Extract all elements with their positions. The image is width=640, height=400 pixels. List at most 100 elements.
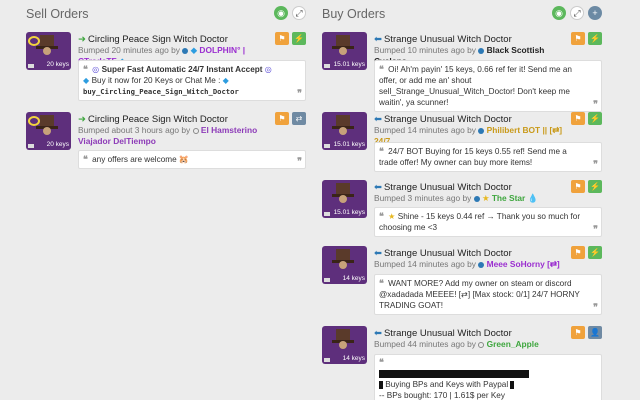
status-dot <box>182 47 189 54</box>
eye-icon[interactable]: ◉ <box>274 6 288 20</box>
listing-item: 20 keys ➜ Circling Peace Sign Witch Docto… <box>18 112 312 172</box>
arrow-left-icon: ⬅ <box>374 328 382 339</box>
quote-end-icon: ❞ <box>593 99 598 109</box>
buy-orders-title: Buy Orders <box>322 7 386 21</box>
listing-message: ❝ Buying BPs and Keys with Paypal -- BPs… <box>374 354 602 400</box>
item-thumbnail[interactable]: 14 keys <box>322 326 367 364</box>
bumped-info: Bumped 44 minutes ago by Green_Apple <box>374 339 539 349</box>
quote-icon: ❝ <box>379 211 384 221</box>
tag-icon <box>28 144 34 148</box>
quote-end-icon: ❞ <box>297 156 302 166</box>
item-thumbnail[interactable]: 15.01 keys <box>322 32 367 70</box>
item-name[interactable]: ➜ Circling Peace Sign Witch Doctor <box>78 34 228 45</box>
user-name[interactable]: Meee SoHorny [⇄] <box>487 259 560 269</box>
item-name[interactable]: ⬅ Strange Unusual Witch Doctor <box>374 182 512 193</box>
arrow-left-icon: ⬅ <box>374 34 382 45</box>
quote-end-icon: ❞ <box>297 88 302 98</box>
quote-icon: ❝ <box>379 64 384 74</box>
star-icon: ★ <box>388 212 396 221</box>
flag-icon[interactable]: ⚑ <box>571 246 585 259</box>
status-dot <box>478 47 485 54</box>
hamster-icon: 🐹 <box>178 155 190 164</box>
swap-icon[interactable]: ⇄ <box>292 112 306 125</box>
witch-doctor-hat-icon <box>332 115 354 135</box>
bumped-info: Bumped about 3 hours ago by El Hamsterin… <box>78 125 258 146</box>
arrow-right-icon: ➜ <box>78 114 86 125</box>
price-keys: 14 keys <box>342 355 365 362</box>
item-thumbnail[interactable]: 15.01 keys <box>322 180 367 218</box>
flag-icon[interactable]: ⚑ <box>571 112 585 125</box>
listing-message: ❝ ◎ Super Fast Automatic 24/7 Instant Ac… <box>78 60 306 101</box>
lightning-icon[interactable]: ⚡ <box>588 32 602 45</box>
item-name[interactable]: ⬅ Strange Unusual Witch Doctor <box>374 328 512 339</box>
listing-message: ❝ ★ Shine - 15 keys 0.44 ref → Thank you… <box>374 207 602 237</box>
eye-icon[interactable]: ◉ <box>552 6 566 20</box>
diamond-icon: ◆ <box>190 45 198 55</box>
lightning-icon[interactable]: ⚡ <box>588 246 602 259</box>
quote-icon: ❝ <box>379 146 384 156</box>
witch-doctor-hat-icon <box>332 249 354 269</box>
flag-icon[interactable]: ⚑ <box>571 180 585 193</box>
lightning-icon[interactable]: ⚡ <box>588 180 602 193</box>
quote-icon: ❝ <box>83 64 88 74</box>
tag-icon <box>324 64 330 68</box>
item-name[interactable]: ➜ Circling Peace Sign Witch Doctor <box>78 114 228 125</box>
spiral-icon: ◎ <box>264 65 272 74</box>
price-keys: 20 keys <box>46 61 69 68</box>
arrow-left-icon: ⬅ <box>374 114 382 125</box>
item-thumbnail[interactable]: 14 keys <box>322 246 367 284</box>
status-dot <box>478 261 485 268</box>
price-keys: 15.01 keys <box>333 141 365 148</box>
add-user-icon[interactable]: 👤 <box>588 326 602 339</box>
status-dot <box>478 341 485 348</box>
witch-doctor-hat-icon <box>332 35 354 55</box>
item-name[interactable]: ⬅ Strange Unusual Witch Doctor <box>374 114 512 125</box>
bumped-info: Bumped 14 minutes ago by Meee SoHorny [⇄… <box>374 259 560 269</box>
bumped-info: Bumped 3 minutes ago by ★ The Star 💧 <box>374 193 539 203</box>
listing-item: 14 keys ⬅ Strange Unusual Witch Doctor ⚑ … <box>314 326 608 400</box>
quote-end-icon: ❞ <box>593 302 598 312</box>
droplet-icon: 💧 <box>527 193 539 203</box>
user-name[interactable]: The Star <box>492 193 526 203</box>
arrow-right-icon: ➜ <box>78 34 86 45</box>
item-name[interactable]: ⬅ Strange Unusual Witch Doctor <box>374 248 512 259</box>
listing-item: 15.01 keys ⬅ Strange Unusual Witch Doctor… <box>314 32 608 112</box>
spiral-icon: ◎ <box>92 65 100 74</box>
quote-end-icon: ❞ <box>593 159 598 169</box>
flag-icon[interactable]: ⚑ <box>571 326 585 339</box>
flag-icon[interactable]: ⚑ <box>275 112 289 125</box>
user-name[interactable]: Green_Apple <box>487 339 539 349</box>
star-icon: ★ <box>481 193 490 203</box>
item-thumbnail[interactable]: 20 keys <box>26 112 71 150</box>
sell-orders-header: Sell Orders ◉ ⤢ <box>26 6 306 24</box>
status-dot <box>192 127 199 134</box>
listing-item: 15.01 keys ⬅ Strange Unusual Witch Doctor… <box>314 180 608 240</box>
price-keys: 20 keys <box>46 141 69 148</box>
arrow-left-icon: ⬅ <box>374 248 382 259</box>
status-dot <box>478 127 485 134</box>
sell-orders-title: Sell Orders <box>26 7 89 21</box>
tag-icon <box>324 212 330 216</box>
arrow-left-icon: ⬅ <box>374 182 382 193</box>
expand-icon[interactable]: ⤢ <box>570 6 584 20</box>
item-name[interactable]: ⬅ Strange Unusual Witch Doctor <box>374 34 512 45</box>
price-keys: 14 keys <box>342 275 365 282</box>
item-thumbnail[interactable]: 20 keys <box>26 32 71 70</box>
expand-icon[interactable]: ⤢ <box>292 6 306 20</box>
listing-item: 14 keys ⬅ Strange Unusual Witch Doctor ⚑ … <box>314 246 608 316</box>
witch-doctor-hat-icon <box>36 35 58 55</box>
item-thumbnail[interactable]: 15.01 keys <box>322 112 367 150</box>
witch-doctor-hat-icon <box>332 183 354 203</box>
lightning-icon[interactable]: ⚡ <box>588 112 602 125</box>
buy-orders-header: Buy Orders ◉ ⤢ + <box>322 6 602 24</box>
witch-doctor-hat-icon <box>36 115 58 135</box>
lightning-icon[interactable]: ⚡ <box>292 32 306 45</box>
quote-icon: ❝ <box>379 278 384 288</box>
flag-icon[interactable]: ⚑ <box>275 32 289 45</box>
black-banner <box>510 380 515 389</box>
plus-icon[interactable]: + <box>588 6 602 20</box>
tag-icon <box>324 144 330 148</box>
listing-message: ❝ 24/7 BOT Buying for 15 keys 0.55 ref! … <box>374 142 602 172</box>
flag-icon[interactable]: ⚑ <box>571 32 585 45</box>
price-keys: 15.01 keys <box>333 209 365 216</box>
